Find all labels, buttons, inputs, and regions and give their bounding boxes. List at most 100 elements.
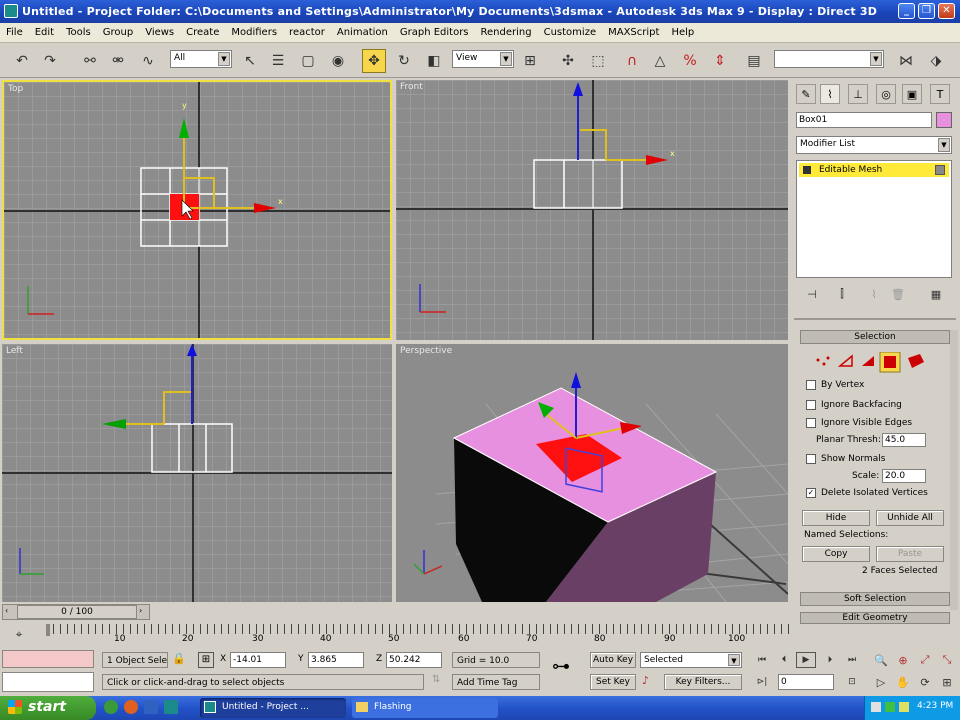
key-filters-button[interactable]: Key Filters...	[664, 674, 742, 690]
spinner-snap-icon[interactable]: ⇕	[708, 49, 732, 73]
zoom-icon[interactable]: 🔍	[872, 652, 890, 668]
maxscript-listener-mini[interactable]	[2, 650, 94, 668]
viewport-top[interactable]: Top x y	[2, 80, 392, 340]
taskbar-item-flashing[interactable]: Flashing	[352, 698, 498, 718]
show-end-result-icon[interactable]: ⫿	[832, 284, 852, 304]
go-to-start-icon[interactable]: ⏮	[752, 652, 772, 668]
menu-create[interactable]: Create	[180, 27, 225, 38]
menu-views[interactable]: Views	[139, 27, 180, 38]
curve-editor-icon[interactable]: ⌖	[8, 624, 30, 644]
start-button[interactable]: start	[0, 696, 96, 720]
make-unique-icon[interactable]: ⌇	[864, 284, 884, 304]
add-time-tag-button[interactable]: Add Time Tag	[452, 674, 540, 690]
create-tab-icon[interactable]: ✎	[796, 84, 816, 104]
time-slider-next[interactable]: ›	[139, 606, 142, 615]
stack-item-editable-mesh[interactable]: Editable Mesh	[799, 163, 949, 177]
modify-tab-icon[interactable]: ⌇	[820, 84, 840, 104]
edit-geometry-rollout-header[interactable]: Edit Geometry	[800, 612, 950, 624]
auto-key-button[interactable]: Auto Key	[590, 652, 636, 668]
menu-customize[interactable]: Customize	[538, 27, 603, 38]
selection-rollout-header[interactable]: Selection	[800, 330, 950, 344]
stack-visibility-icon[interactable]	[935, 165, 945, 175]
utilities-tab-icon[interactable]: T	[930, 84, 950, 104]
taskbar-item-3dsmax[interactable]: Untitled - Project ...	[200, 698, 346, 718]
time-slider-prev[interactable]: ‹	[5, 606, 8, 615]
z-coordinate-field[interactable]: 50.242	[386, 652, 442, 668]
lock-selection-icon[interactable]: 🔒	[172, 652, 186, 665]
menu-tools[interactable]: Tools	[60, 27, 97, 38]
unhide-all-button[interactable]: Unhide All	[876, 510, 944, 526]
motion-tab-icon[interactable]: ◎	[876, 84, 896, 104]
modifier-list-dropdown[interactable]: Modifier List ▼	[796, 136, 952, 154]
rectangular-selection-icon[interactable]: ▢	[296, 49, 320, 73]
keyboard-shortcut-override-icon[interactable]: ⬚	[586, 49, 610, 73]
stack-expand-icon[interactable]	[803, 166, 811, 174]
menu-animation[interactable]: Animation	[331, 27, 394, 38]
x-coordinate-field[interactable]: -14.01	[230, 652, 286, 668]
scale-spinner[interactable]: 20.0	[882, 469, 926, 483]
minimize-button[interactable]: _	[898, 3, 915, 19]
object-color-swatch[interactable]	[936, 112, 952, 128]
named-selection-set-dropdown[interactable]: ▼	[774, 50, 884, 68]
track-bar[interactable]: 10 20 30 40 50 60 70 80 90 100	[46, 624, 790, 646]
copy-button[interactable]: Copy	[802, 546, 870, 562]
unlink-icon[interactable]: ⚮	[106, 49, 130, 73]
reference-coordinate-dropdown[interactable]: View ▼	[452, 50, 514, 68]
key-mode-toggle-icon[interactable]: ⊳|	[752, 674, 772, 690]
remove-modifier-icon[interactable]: 🗑	[888, 284, 908, 304]
select-and-scale-icon[interactable]: ◧	[422, 49, 446, 73]
select-and-link-icon[interactable]: ⚯	[78, 49, 102, 73]
field-of-view-icon[interactable]: ▷	[872, 674, 890, 690]
planar-thresh-spinner[interactable]: 45.0	[882, 433, 926, 447]
absolute-mode-transform-icon[interactable]: ⊞	[198, 652, 214, 668]
command-panel-scrollbar[interactable]	[950, 330, 958, 610]
menu-file[interactable]: File	[0, 27, 29, 38]
set-key-button[interactable]: Set Key	[590, 674, 636, 690]
viewport-left[interactable]: Left	[2, 344, 392, 602]
bind-to-space-warp-icon[interactable]: ∿	[136, 49, 160, 73]
ignore-backfacing-checkbox[interactable]	[806, 400, 816, 410]
object-name-field[interactable]: Box01	[796, 112, 932, 128]
hide-button[interactable]: Hide	[802, 510, 870, 526]
configure-modifier-sets-icon[interactable]: ▦	[926, 284, 946, 304]
ignore-visible-edges-checkbox[interactable]	[806, 418, 816, 428]
arc-rotate-icon[interactable]: ⟳	[916, 674, 934, 690]
angle-snap-icon[interactable]: △	[648, 49, 672, 73]
select-by-name-icon[interactable]: ☰	[266, 49, 290, 73]
next-frame-icon[interactable]: ⏵	[820, 652, 840, 668]
delete-isolated-vertices-checkbox[interactable]: ✓	[806, 488, 816, 498]
key-icon[interactable]: ♪	[642, 674, 649, 687]
viewport-front[interactable]: Front x	[396, 80, 788, 340]
menu-reactor[interactable]: reactor	[283, 27, 331, 38]
quick-launch-max-icon[interactable]	[164, 700, 178, 714]
window-crossing-icon[interactable]: ◉	[326, 49, 350, 73]
previous-frame-icon[interactable]: ⏴	[774, 652, 794, 668]
pivot-center-icon[interactable]: ⊞	[518, 49, 542, 73]
menu-group[interactable]: Group	[97, 27, 139, 38]
zoom-extents-all-icon[interactable]: ⤡	[938, 652, 956, 668]
select-and-rotate-icon[interactable]: ↻	[392, 49, 416, 73]
go-to-end-icon[interactable]: ⏭	[842, 652, 862, 668]
snap-toggle-icon[interactable]: ∩	[620, 49, 644, 73]
select-and-manipulate-icon[interactable]: ✣	[556, 49, 580, 73]
redo-icon[interactable]: ↷	[38, 49, 62, 73]
mirror-icon[interactable]: ⋈	[894, 49, 918, 73]
display-tab-icon[interactable]: ▣	[902, 84, 922, 104]
menu-edit[interactable]: Edit	[29, 27, 60, 38]
quick-launch-desktop-icon[interactable]	[144, 700, 158, 714]
soft-selection-rollout-header[interactable]: Soft Selection	[800, 592, 950, 606]
tray-icon-2[interactable]	[885, 702, 895, 712]
show-normals-checkbox[interactable]	[806, 454, 816, 464]
current-frame-field[interactable]: 0	[778, 674, 834, 690]
pan-icon[interactable]: ✋	[894, 674, 912, 690]
play-icon[interactable]: ▶	[796, 652, 816, 668]
time-slider-thumb[interactable]: 0 / 100	[17, 605, 137, 619]
tray-icon-3[interactable]	[899, 702, 909, 712]
pin-stack-icon[interactable]: ⊣	[802, 284, 822, 304]
maximize-viewport-icon[interactable]: ⊞	[938, 674, 956, 690]
y-coordinate-field[interactable]: 3.865	[308, 652, 364, 668]
quick-launch-media-icon[interactable]	[124, 700, 138, 714]
select-and-move-icon[interactable]: ✥	[362, 49, 386, 73]
undo-icon[interactable]: ↶	[10, 49, 34, 73]
select-object-icon[interactable]: ↖	[238, 49, 262, 73]
